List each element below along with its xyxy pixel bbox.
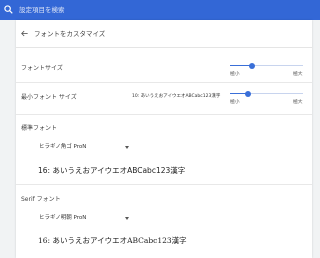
- settings-card: フォントをカスタマイズ フォントサイズ 極小 極大 最小フォント サイズ 10:…: [16, 20, 312, 258]
- min-font-size-min-label: 極小: [230, 100, 240, 105]
- font-size-min-label: 極小: [230, 72, 240, 77]
- back-arrow-icon[interactable]: [21, 30, 28, 37]
- font-size-label: フォントサイズ: [21, 65, 63, 72]
- serif-font-label: Serif フォント: [21, 196, 61, 203]
- font-size-slider[interactable]: [230, 62, 303, 69]
- search-input[interactable]: 設定項目を検索: [19, 5, 65, 15]
- font-size-max-label: 極大: [293, 72, 303, 77]
- standard-font-dropdown[interactable]: ヒラギノ角ゴ ProN: [39, 142, 129, 153]
- serif-font-sample: 16: あいうえおアイウエオABCabc123漢字: [38, 236, 187, 245]
- divider: [16, 82, 312, 83]
- standard-font-label: 標準フォント: [21, 125, 58, 132]
- serif-font-dropdown[interactable]: ヒラギノ明朝 ProN: [39, 213, 129, 224]
- standard-font-sample: 16: あいうえおアイウエオABCabc123漢字: [38, 166, 186, 175]
- min-font-size-max-label: 極大: [293, 100, 303, 105]
- standard-font-selected: ヒラギノ角ゴ ProN: [39, 144, 87, 150]
- divider: [16, 114, 312, 115]
- search-icon[interactable]: [4, 5, 13, 14]
- divider: [16, 184, 312, 185]
- dropdown-arrow-icon: [125, 217, 129, 220]
- min-font-size-preview: 10: あいうえおアイウエオABCabc123漢字: [132, 94, 221, 99]
- serif-font-selected: ヒラギノ明朝 ProN: [39, 215, 87, 221]
- min-font-size-slider-thumb[interactable]: [245, 90, 252, 97]
- dropdown-arrow-icon: [125, 146, 129, 149]
- min-font-size-label: 最小フォント サイズ: [21, 94, 77, 101]
- search-bar: 設定項目を検索: [0, 0, 320, 20]
- font-size-slider-thumb[interactable]: [248, 62, 255, 69]
- min-font-size-slider[interactable]: [230, 90, 303, 97]
- page-title: フォントをカスタマイズ: [34, 30, 106, 38]
- page-header: フォントをカスタマイズ: [16, 20, 312, 48]
